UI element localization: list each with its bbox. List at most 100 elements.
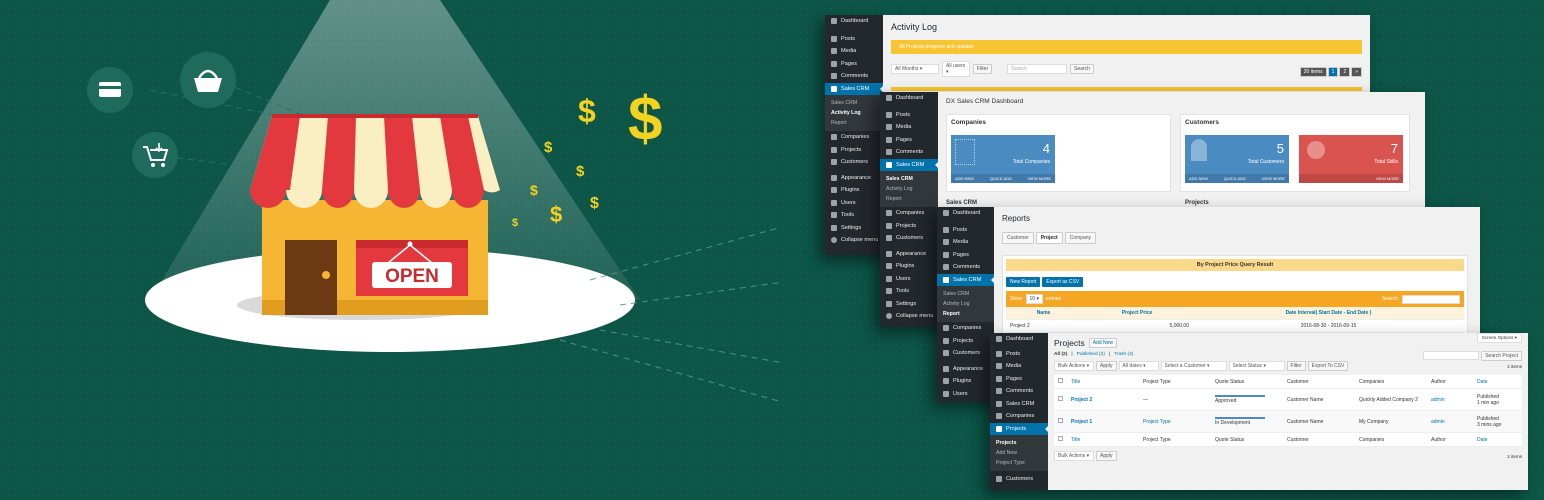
apply-button-bottom[interactable]: Apply: [1096, 451, 1117, 461]
menu-companies[interactable]: Companies: [880, 207, 938, 220]
screen-options-button[interactable]: Screen Options ▾: [1476, 333, 1522, 343]
menu-posts[interactable]: Posts: [880, 109, 938, 122]
menu-users[interactable]: Users: [880, 273, 938, 286]
menu-customers[interactable]: Customers: [990, 473, 1048, 486]
row-checkbox[interactable]: [1058, 418, 1063, 423]
submenu-report[interactable]: Report: [937, 309, 994, 319]
project-type[interactable]: Project Type: [1139, 410, 1211, 433]
menu-projects[interactable]: Projects: [880, 220, 938, 233]
menu-dashboard[interactable]: Dashboard: [937, 207, 994, 220]
menu-pages[interactable]: Pages: [937, 249, 994, 262]
menu-media[interactable]: Media: [880, 121, 938, 134]
submenu-add-new[interactable]: Add New: [990, 448, 1048, 458]
menu-dashboard[interactable]: Dashboard: [990, 333, 1048, 346]
menu-collapse[interactable]: Collapse menu: [880, 310, 938, 323]
menu-dashboard[interactable]: Dashboard: [825, 15, 883, 28]
col-name[interactable]: Name: [1006, 307, 1081, 320]
author-link[interactable]: admin: [1427, 410, 1473, 433]
menu-media[interactable]: Media: [825, 45, 883, 58]
page-next[interactable]: »: [1351, 67, 1362, 77]
menu-projects[interactable]: Projects: [825, 144, 883, 157]
menu-plugins[interactable]: Plugins: [880, 260, 938, 273]
submenu-project-type[interactable]: Project Type: [990, 458, 1048, 468]
filter-all[interactable]: All (2): [1054, 352, 1067, 357]
menu-customers[interactable]: Customers: [880, 232, 938, 245]
customers-card[interactable]: 5 Total Customers ADD NEW QUICK ADD VIEW M…: [1185, 135, 1289, 183]
add-new-button[interactable]: Add New: [1088, 338, 1118, 348]
project-title-link[interactable]: Project 1: [1067, 410, 1139, 433]
menu-comments[interactable]: Comments: [825, 70, 883, 83]
col-title[interactable]: Title: [1067, 375, 1139, 389]
filter-published[interactable]: Published (2): [1077, 352, 1105, 357]
menu-tools[interactable]: Tools: [880, 285, 938, 298]
companies-card[interactable]: 4 Total Companies ADD NEW QUICK ADD VIEW M…: [951, 135, 1055, 183]
menu-sales-crm[interactable]: Sales CRM: [880, 158, 938, 171]
tab-project[interactable]: Project: [1035, 232, 1063, 244]
view-more-link[interactable]: VIEW MORE: [1376, 176, 1399, 181]
menu-users[interactable]: Users: [825, 197, 883, 210]
add-new-link[interactable]: ADD NEW: [955, 176, 974, 181]
menu-collapse[interactable]: Collapse menu: [825, 234, 883, 247]
page-2[interactable]: 2: [1339, 67, 1351, 77]
menu-plugins[interactable]: Plugins: [937, 375, 994, 388]
add-new-link[interactable]: ADD NEW: [1189, 176, 1208, 181]
menu-projects[interactable]: Projects: [990, 422, 1048, 435]
menu-comments[interactable]: Comments: [990, 385, 1048, 398]
menu-settings[interactable]: Settings: [825, 222, 883, 235]
view-more-link[interactable]: VIEW MORE: [1262, 176, 1285, 181]
search-input[interactable]: [1402, 294, 1460, 304]
menu-media[interactable]: Media: [990, 360, 1048, 373]
submenu-sales-crm[interactable]: Sales CRM: [937, 289, 994, 299]
dates-select[interactable]: All dates ▾: [1118, 361, 1159, 371]
menu-companies[interactable]: Companies: [937, 322, 994, 335]
filter-button[interactable]: Filter: [973, 64, 993, 74]
filter-button[interactable]: Filter: [1286, 361, 1306, 371]
bulk-actions-select-bottom[interactable]: Bulk Actions ▾: [1054, 451, 1094, 461]
menu-posts[interactable]: Posts: [990, 348, 1048, 361]
menu-media[interactable]: Media: [937, 236, 994, 249]
menu-comments[interactable]: Comments: [937, 261, 994, 274]
submenu-report[interactable]: Report: [825, 118, 883, 128]
menu-tools[interactable]: Tools: [825, 209, 883, 222]
menu-companies[interactable]: Companies: [990, 410, 1048, 423]
months-select[interactable]: All Months ▾: [891, 64, 939, 74]
select-all-checkbox[interactable]: [1058, 378, 1063, 383]
menu-sales-crm[interactable]: Sales CRM: [990, 398, 1048, 411]
submenu-sales-crm[interactable]: Sales CRM: [825, 98, 883, 108]
col-date[interactable]: Date: [1473, 375, 1522, 389]
submenu-sales-crm[interactable]: Sales CRM: [880, 174, 938, 184]
submenu-activity-log[interactable]: Activity Log: [825, 108, 883, 118]
menu-pages[interactable]: Pages: [990, 373, 1048, 386]
status-select[interactable]: Select Status ▾: [1228, 361, 1285, 371]
view-more-link[interactable]: VIEW MORE: [1028, 176, 1051, 181]
menu-posts[interactable]: Posts: [825, 33, 883, 46]
menu-companies[interactable]: Companies: [825, 131, 883, 144]
submenu-report[interactable]: Report: [880, 194, 938, 204]
menu-comments[interactable]: Comments: [880, 146, 938, 159]
tab-customer[interactable]: Customer: [1002, 232, 1034, 244]
export-csv-button[interactable]: Export To CSV: [1307, 361, 1349, 371]
col-price[interactable]: Project Price: [1081, 307, 1193, 320]
quick-add-link[interactable]: QUICK ADD: [990, 176, 1012, 181]
export-csv-button[interactable]: Export as CSV: [1042, 277, 1084, 287]
row-checkbox[interactable]: [1058, 396, 1063, 401]
submenu-activity-log[interactable]: Activity Log: [937, 299, 994, 309]
page-1[interactable]: 1: [1327, 67, 1339, 77]
menu-users[interactable]: Users: [937, 388, 994, 401]
search-input[interactable]: [1423, 351, 1480, 360]
submenu-projects[interactable]: Projects: [990, 438, 1048, 448]
menu-dashboard[interactable]: Dashboard: [880, 92, 938, 105]
search-project-button[interactable]: Search Project: [1481, 351, 1522, 361]
menu-appearance[interactable]: Appearance: [825, 172, 883, 185]
col-date-interval[interactable]: Date Interval( Start Date - End Date ): [1193, 307, 1464, 320]
search-button[interactable]: Search: [1070, 64, 1094, 74]
filter-trash[interactable]: Trash (4): [1114, 352, 1133, 357]
customer-select[interactable]: Select a Customer ▾: [1160, 361, 1227, 371]
menu-pages[interactable]: Pages: [880, 134, 938, 147]
menu-posts[interactable]: Posts: [937, 224, 994, 237]
col-date[interactable]: Date: [1473, 432, 1522, 447]
menu-appearance[interactable]: Appearance: [880, 248, 938, 261]
new-report-button[interactable]: New Report: [1006, 277, 1041, 287]
menu-sales-crm[interactable]: Sales CRM: [825, 82, 883, 95]
project-title-link[interactable]: Project 2: [1067, 388, 1139, 411]
